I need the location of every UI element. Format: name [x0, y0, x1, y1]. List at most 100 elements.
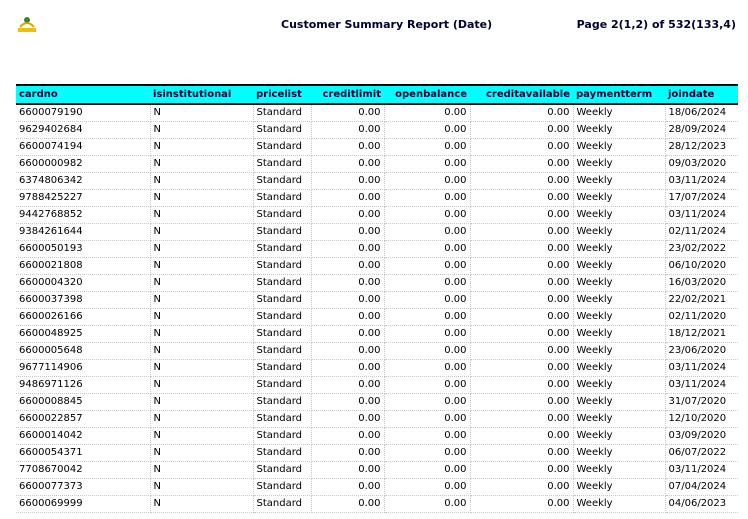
table-header-row: cardno isinstitutional pricelist creditl… — [16, 84, 738, 105]
col-header-pricelist[interactable]: pricelist — [253, 84, 311, 105]
cell-creditlimit: 0.00 — [311, 291, 385, 309]
cell-cardno: 6374806342 — [16, 172, 151, 190]
cell-joindate: 17/07/2024 — [665, 189, 738, 207]
cell-creditlimit: 0.00 — [311, 359, 385, 377]
cell-creditavailable: 0.00 — [470, 291, 574, 309]
cell-creditavailable: 0.00 — [470, 342, 574, 360]
cell-isinstitutional: N — [150, 223, 254, 241]
cell-openbalance: 0.00 — [384, 172, 471, 190]
cell-openbalance: 0.00 — [384, 461, 471, 479]
col-header-joindate[interactable]: joindate — [665, 84, 738, 105]
cell-joindate: 23/06/2020 — [665, 342, 738, 360]
cell-openbalance: 0.00 — [384, 478, 471, 496]
col-header-paymentterm[interactable]: paymentterm — [573, 84, 665, 105]
cell-isinstitutional: N — [150, 291, 254, 309]
cell-cardno: 9788425227 — [16, 189, 151, 207]
cell-creditavailable: 0.00 — [470, 427, 574, 445]
cell-cardno: 6600008845 — [16, 393, 151, 411]
cell-cardno: 6600004320 — [16, 274, 151, 292]
cell-paymentterm: Weekly — [573, 461, 666, 479]
cell-isinstitutional: N — [150, 206, 254, 224]
cell-openbalance: 0.00 — [384, 325, 471, 343]
cell-creditavailable: 0.00 — [470, 274, 574, 292]
cell-cardno: 9442768852 — [16, 206, 151, 224]
cell-pricelist: Standard — [253, 342, 312, 360]
cell-cardno: 6600014042 — [16, 427, 151, 445]
cell-pricelist: Standard — [253, 189, 312, 207]
cell-isinstitutional: N — [150, 189, 254, 207]
table-row: 6600005648 N Standard 0.00 0.00 0.00 Weekly 23/… — [16, 342, 738, 360]
cell-creditavailable: 0.00 — [470, 359, 574, 377]
cell-openbalance: 0.00 — [384, 444, 471, 462]
cell-isinstitutional: N — [150, 155, 254, 173]
cell-paymentterm: Weekly — [573, 410, 666, 428]
cell-joindate: 03/09/2020 — [665, 427, 738, 445]
col-header-openbalance[interactable]: openbalance — [384, 84, 470, 105]
cell-pricelist: Standard — [253, 223, 312, 241]
cell-creditlimit: 0.00 — [311, 240, 385, 258]
cell-pricelist: Standard — [253, 308, 312, 326]
cell-openbalance: 0.00 — [384, 342, 471, 360]
cell-isinstitutional: N — [150, 240, 254, 258]
cell-creditlimit: 0.00 — [311, 172, 385, 190]
cell-isinstitutional: N — [150, 427, 254, 445]
cell-pricelist: Standard — [253, 461, 312, 479]
cell-creditavailable: 0.00 — [470, 155, 574, 173]
cell-pricelist: Standard — [253, 257, 312, 275]
cell-paymentterm: Weekly — [573, 291, 666, 309]
table-row: 6600000982 N Standard 0.00 0.00 0.00 Weekly 09/… — [16, 155, 738, 173]
table-row: 6600054371 N Standard 0.00 0.00 0.00 Weekly 06/… — [16, 444, 738, 462]
cell-creditavailable: 0.00 — [470, 223, 574, 241]
cell-openbalance: 0.00 — [384, 359, 471, 377]
cell-cardno: 6600054371 — [16, 444, 151, 462]
cell-openbalance: 0.00 — [384, 308, 471, 326]
table-row: 6374806342 N Standard 0.00 0.00 0.00 Weekly 03/… — [16, 172, 738, 190]
cell-creditlimit: 0.00 — [311, 138, 385, 156]
customer-table: cardno isinstitutional pricelist creditl… — [16, 84, 738, 513]
cell-joindate: 03/11/2024 — [665, 206, 738, 224]
cell-paymentterm: Weekly — [573, 138, 666, 156]
report-title: Customer Summary Report (Date) — [281, 18, 493, 31]
table-row: 9486971126 N Standard 0.00 0.00 0.00 Weekly 03/… — [16, 376, 738, 394]
cell-cardno: 6600000982 — [16, 155, 151, 173]
cell-cardno: 6600026166 — [16, 308, 151, 326]
col-header-cardno[interactable]: cardno — [16, 84, 150, 105]
cell-joindate: 16/03/2020 — [665, 274, 738, 292]
col-header-creditlimit[interactable]: creditlimit — [311, 84, 384, 105]
cell-openbalance: 0.00 — [384, 104, 471, 122]
cell-joindate: 23/02/2022 — [665, 240, 738, 258]
cell-isinstitutional: N — [150, 138, 254, 156]
cell-pricelist: Standard — [253, 325, 312, 343]
cell-creditavailable: 0.00 — [470, 121, 574, 139]
cell-paymentterm: Weekly — [573, 189, 666, 207]
cell-pricelist: Standard — [253, 138, 312, 156]
cell-openbalance: 0.00 — [384, 223, 471, 241]
cell-cardno: 6600077373 — [16, 478, 151, 496]
cell-openbalance: 0.00 — [384, 495, 471, 513]
page-info: Page 2(1,2) of 532(133,4) — [576, 18, 736, 31]
col-header-isinstitutional[interactable]: isinstitutional — [150, 84, 253, 105]
cell-paymentterm: Weekly — [573, 274, 666, 292]
cell-openbalance: 0.00 — [384, 376, 471, 394]
cell-cardno: 6600069999 — [16, 495, 151, 513]
cell-pricelist: Standard — [253, 376, 312, 394]
cell-creditlimit: 0.00 — [311, 478, 385, 496]
table-row: 9629402684 N Standard 0.00 0.00 0.00 Weekly 28/… — [16, 121, 738, 139]
cell-openbalance: 0.00 — [384, 206, 471, 224]
cell-paymentterm: Weekly — [573, 206, 666, 224]
company-logo-icon — [16, 15, 38, 33]
cell-pricelist: Standard — [253, 427, 312, 445]
cell-cardno: 6600037398 — [16, 291, 151, 309]
cell-creditavailable: 0.00 — [470, 138, 574, 156]
cell-creditlimit: 0.00 — [311, 257, 385, 275]
cell-isinstitutional: N — [150, 410, 254, 428]
cell-creditlimit: 0.00 — [311, 325, 385, 343]
cell-creditlimit: 0.00 — [311, 206, 385, 224]
table-row: 6600026166 N Standard 0.00 0.00 0.00 Weekly 02/… — [16, 308, 738, 326]
cell-joindate: 04/06/2023 — [665, 495, 738, 513]
cell-creditavailable: 0.00 — [470, 104, 574, 122]
table-row: 9677114906 N Standard 0.00 0.00 0.00 Weekly 03/… — [16, 359, 738, 377]
col-header-creditavailable[interactable]: creditavailable — [470, 84, 573, 105]
cell-openbalance: 0.00 — [384, 121, 471, 139]
cell-joindate: 28/12/2023 — [665, 138, 738, 156]
